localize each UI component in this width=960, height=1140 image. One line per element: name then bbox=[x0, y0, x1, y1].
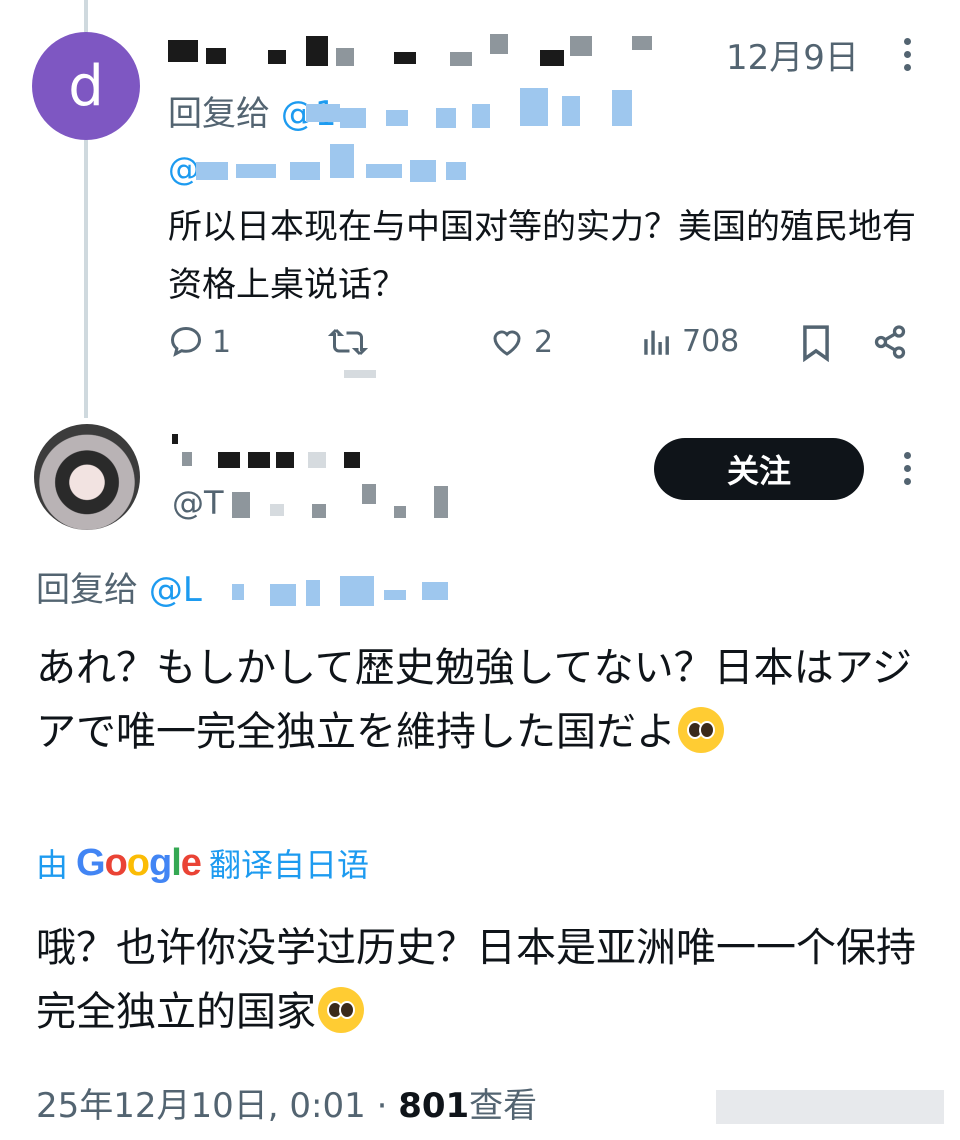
retweet-button[interactable] bbox=[328, 324, 368, 360]
tweet-original-text: あれ？もしかして歴史勉強してない？日本はアジアで唯一完全独立を維持した国だよ bbox=[36, 645, 912, 755]
user-handle[interactable]: @T bbox=[172, 484, 224, 522]
avatar[interactable]: d bbox=[32, 32, 140, 140]
reply-to-prefix: 回复给 bbox=[36, 570, 138, 610]
reply-button[interactable]: 1 bbox=[168, 324, 231, 360]
translated-text: 哦？也许你没学过历史？日本是亚洲唯一一个保持完全独立的国家 bbox=[36, 916, 916, 1044]
like-icon bbox=[493, 330, 521, 356]
bookmark-button[interactable] bbox=[800, 324, 832, 362]
view-count: 801 bbox=[398, 1086, 470, 1126]
smiling-tears-emoji bbox=[318, 987, 364, 1033]
bookmark-icon bbox=[803, 325, 829, 362]
translated-by-suffix: 翻译自日语 bbox=[208, 846, 369, 884]
like-button[interactable]: 2 bbox=[488, 324, 553, 360]
translated-by-prefix: 由 bbox=[36, 846, 69, 884]
reply-icon bbox=[170, 326, 202, 357]
view-count: 708 bbox=[682, 324, 740, 359]
reply-to-line: 回复给 @L bbox=[36, 562, 202, 611]
follow-button[interactable]: 关注 bbox=[654, 438, 864, 500]
tweet-timestamp[interactable]: 25年12月10日, 0:01 · bbox=[36, 1086, 398, 1126]
translation-attribution[interactable]: 由 Google 翻译自日语 bbox=[36, 840, 369, 886]
avatar[interactable] bbox=[34, 424, 140, 530]
smiling-tears-emoji bbox=[678, 707, 724, 753]
share-button[interactable] bbox=[872, 324, 908, 360]
more-icon[interactable] bbox=[904, 452, 912, 491]
tweet-date[interactable]: 12月9日 bbox=[726, 30, 859, 79]
tweet-text: あれ？もしかして歴史勉強してない？日本はアジアで唯一完全独立を維持した国だよ bbox=[36, 636, 916, 764]
reply-count: 1 bbox=[212, 324, 232, 360]
avatar-letter: d bbox=[68, 53, 104, 119]
like-count: 2 bbox=[534, 324, 554, 360]
watermark bbox=[716, 1090, 944, 1124]
translation-text: 哦？也许你没学过历史？日本是亚洲唯一一个保持完全独立的国家 bbox=[36, 925, 916, 1035]
views-icon bbox=[644, 330, 669, 355]
redaction-smudge bbox=[344, 370, 376, 378]
more-icon[interactable] bbox=[904, 38, 912, 77]
tweet-meta: 25年12月10日, 0:01 · 801查看 bbox=[36, 1078, 537, 1127]
reply-to-handle[interactable]: @L bbox=[149, 570, 202, 610]
views-button[interactable]: 708 bbox=[640, 324, 739, 359]
share-icon bbox=[874, 325, 906, 359]
view-label: 查看 bbox=[469, 1086, 538, 1126]
google-logo: Google bbox=[76, 841, 202, 884]
reply-tweet-text: 所以日本现在与中国对等的实力？美国的殖民地有资格上桌说话？ bbox=[168, 207, 916, 305]
retweet-icon bbox=[328, 328, 368, 356]
reply-to-prefix: 回复给 bbox=[168, 94, 270, 134]
